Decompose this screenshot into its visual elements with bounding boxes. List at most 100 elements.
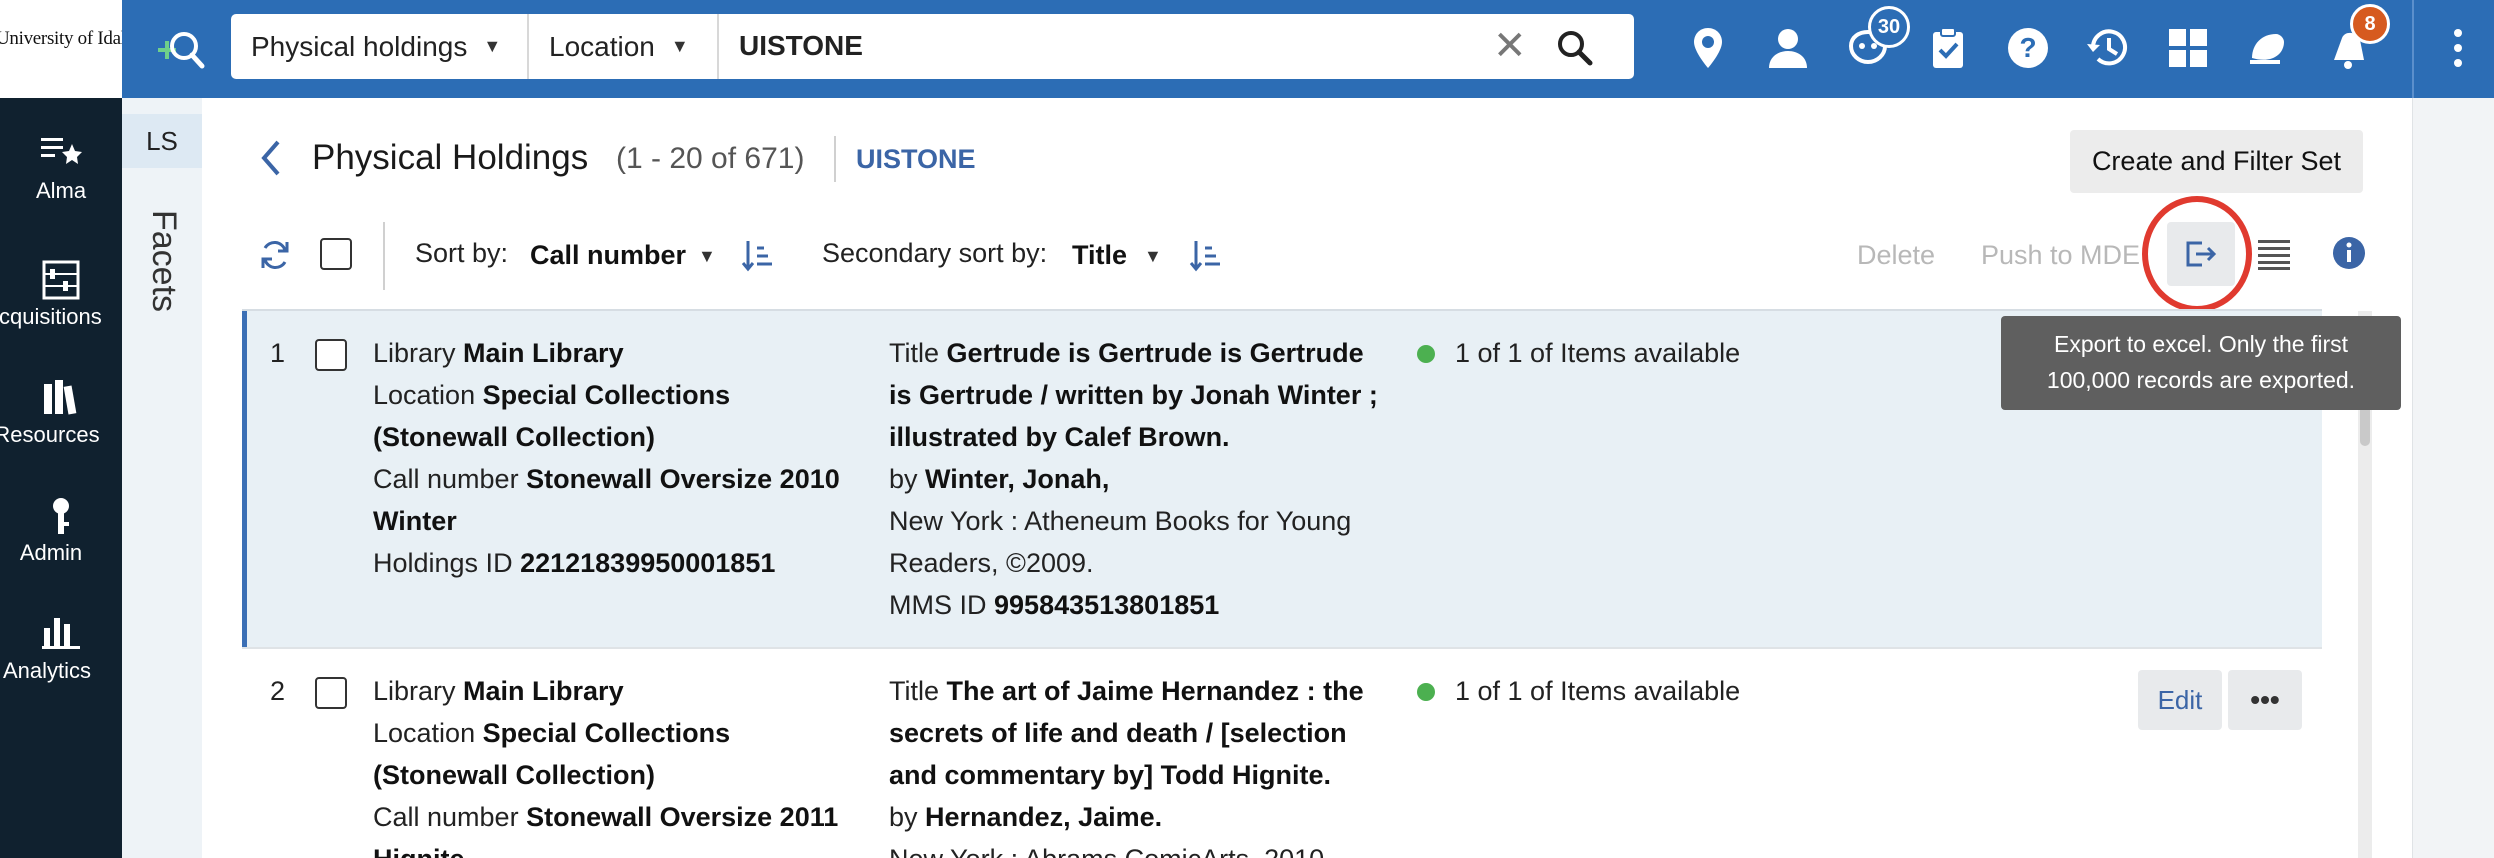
- nav-label: Alma: [35, 178, 87, 203]
- row-checkbox[interactable]: [315, 677, 347, 709]
- select-all-checkbox[interactable]: [320, 238, 352, 270]
- location-line: Location Special Collections: [373, 718, 731, 748]
- export-to-excel-button[interactable]: [2167, 222, 2235, 286]
- secondary-sort-select[interactable]: Title: [1072, 240, 1127, 271]
- university-logo[interactable]: University of Idaho: [0, 0, 122, 98]
- push-to-mde-button[interactable]: Push to MDE: [1981, 240, 2141, 271]
- tasks-count-badge: 30: [1868, 6, 1910, 48]
- search-icon[interactable]: [1555, 28, 1595, 68]
- search-query-label: UISTONE: [856, 144, 976, 174]
- bar-chart-icon: [42, 618, 80, 649]
- back-chevron-icon[interactable]: [258, 136, 286, 180]
- nav-label: Acquisitions: [0, 304, 102, 329]
- page-title: Physical Holdings: [312, 138, 589, 177]
- row-number: 2: [270, 676, 286, 706]
- sort-ascending-icon[interactable]: [740, 238, 774, 272]
- facets-toggle[interactable]: Facets: [144, 210, 183, 312]
- user-icon[interactable]: [1760, 20, 1816, 76]
- refresh-icon[interactable]: [258, 238, 292, 272]
- mms-id-line: MMS ID 995843513801851: [889, 590, 1220, 620]
- publisher-line: New York : Atheneum Books for Young: [889, 506, 1352, 536]
- clear-search-icon[interactable]: ✕: [1493, 24, 1527, 68]
- availability-link[interactable]: 1 of 1 of Items available: [1455, 338, 1740, 369]
- divider: [2412, 0, 2414, 98]
- location-line-2: (Stonewall Collection): [373, 422, 656, 452]
- sort-ascending-icon[interactable]: [1188, 238, 1222, 272]
- title-line-3: illustrated by Calef Brown.: [889, 422, 1230, 452]
- export-icon: [2186, 241, 2217, 267]
- call-number-line: Call number Stonewall Oversize 2011: [373, 802, 839, 832]
- ls-tab[interactable]: LS: [122, 114, 202, 168]
- nav-item-alma[interactable]: Alma: [0, 134, 122, 203]
- divider: [834, 136, 836, 182]
- edit-button[interactable]: Edit: [2138, 670, 2222, 730]
- divider: [242, 647, 2322, 649]
- create-and-filter-set-button[interactable]: Create and Filter Set: [2070, 130, 2363, 193]
- right-panel-strip: [2412, 98, 2494, 858]
- title-line-2: is Gertrude / written by Jonah Winter ;: [889, 380, 1378, 410]
- publisher-line: New York : Abrams ComicArts, 2010.: [889, 838, 1332, 858]
- result-range: (1 - 20 of 671): [616, 142, 805, 175]
- search-type-select[interactable]: Physical holdings ▼: [251, 14, 501, 79]
- nav-item-analytics[interactable]: Analytics: [0, 614, 122, 683]
- title-line-3: and commentary by] Todd Hignite.: [889, 760, 1332, 790]
- announcements-icon[interactable]: [2240, 20, 2296, 76]
- nav-label: Analytics: [2, 658, 92, 683]
- title-line-2: secrets of life and death / [selection: [889, 718, 1347, 748]
- info-icon[interactable]: [2332, 236, 2366, 270]
- sort-by-label: Sort by:: [415, 238, 509, 268]
- divider: [383, 222, 385, 290]
- key-icon: [53, 498, 69, 534]
- advanced-search-icon[interactable]: [152, 24, 208, 76]
- nav-item-resources[interactable]: Resources: [0, 378, 122, 447]
- facets-panel: LS Facets: [122, 98, 202, 858]
- availability-dot: [1417, 345, 1435, 363]
- nav-item-admin[interactable]: Admin: [0, 496, 122, 565]
- list-view-icon[interactable]: [2256, 238, 2292, 270]
- call-number-line-2: Winter: [373, 506, 457, 536]
- search-input[interactable]: [739, 22, 1439, 70]
- divider: [717, 14, 719, 79]
- clipboard-check-icon[interactable]: [1920, 20, 1976, 76]
- title-line[interactable]: Title The art of Jaime Hernandez : the: [889, 670, 1364, 712]
- tooltip-line: 100,000 records are exported.: [2046, 367, 2356, 393]
- divider: [527, 14, 529, 79]
- row-number: 1: [270, 338, 286, 368]
- main-navigation: Alma Acquisitions Resources Admin Analyt…: [0, 98, 122, 858]
- tooltip-line: Export to excel. Only the first: [2053, 331, 2348, 357]
- nav-item-acquisitions[interactable]: Acquisitions: [0, 260, 122, 329]
- more-actions-button[interactable]: •••: [2228, 670, 2302, 730]
- library-line: Library Main Library: [373, 676, 624, 706]
- chevron-down-icon[interactable]: ▼: [698, 246, 716, 267]
- dashboard-widgets-icon[interactable]: [2160, 20, 2216, 76]
- author-line: by Winter, Jonah,: [889, 464, 1110, 494]
- search-type-label: Physical holdings: [251, 30, 468, 62]
- title-line[interactable]: Title Gertrude is Gertrude is Gertrude: [889, 332, 1364, 374]
- call-number-line-2: Hignite: [373, 838, 465, 858]
- notifications-count-badge: 8: [2350, 4, 2390, 44]
- menu-star-icon: [41, 138, 82, 164]
- location-pin-icon[interactable]: [1680, 20, 1736, 76]
- logo-text: University of Idaho: [0, 28, 122, 49]
- holdings-id-line: Holdings ID 22121839950001851: [373, 548, 776, 578]
- svg-text:?: ?: [2019, 32, 2036, 63]
- sort-by-select[interactable]: Call number: [530, 240, 686, 271]
- delete-button[interactable]: Delete: [1857, 240, 1935, 271]
- availability-link[interactable]: 1 of 1 of Items available: [1455, 676, 1740, 707]
- search-field-label: Location: [549, 30, 655, 62]
- secondary-sort-label: Secondary sort by:: [822, 238, 1048, 268]
- search-field-select[interactable]: Location ▼: [549, 14, 689, 79]
- more-vertical-icon[interactable]: [2430, 20, 2486, 76]
- books-icon: [44, 380, 77, 415]
- location-line: Location Special Collections: [373, 380, 731, 410]
- row-checkbox[interactable]: [315, 339, 347, 371]
- search-box: Physical holdings ▼ Location ▼ ✕: [231, 14, 1634, 79]
- history-icon[interactable]: [2080, 20, 2136, 76]
- library-line: Library Main Library: [373, 338, 624, 368]
- nav-label: Resources: [0, 422, 100, 447]
- help-icon[interactable]: ?: [2000, 20, 2056, 76]
- chevron-down-icon[interactable]: ▼: [1144, 246, 1162, 267]
- top-bar: University of Idaho Physical holdings ▼ …: [0, 0, 2494, 98]
- app-root: University of Idaho Physical holdings ▼ …: [0, 0, 2494, 858]
- location-line-2: (Stonewall Collection): [373, 760, 656, 790]
